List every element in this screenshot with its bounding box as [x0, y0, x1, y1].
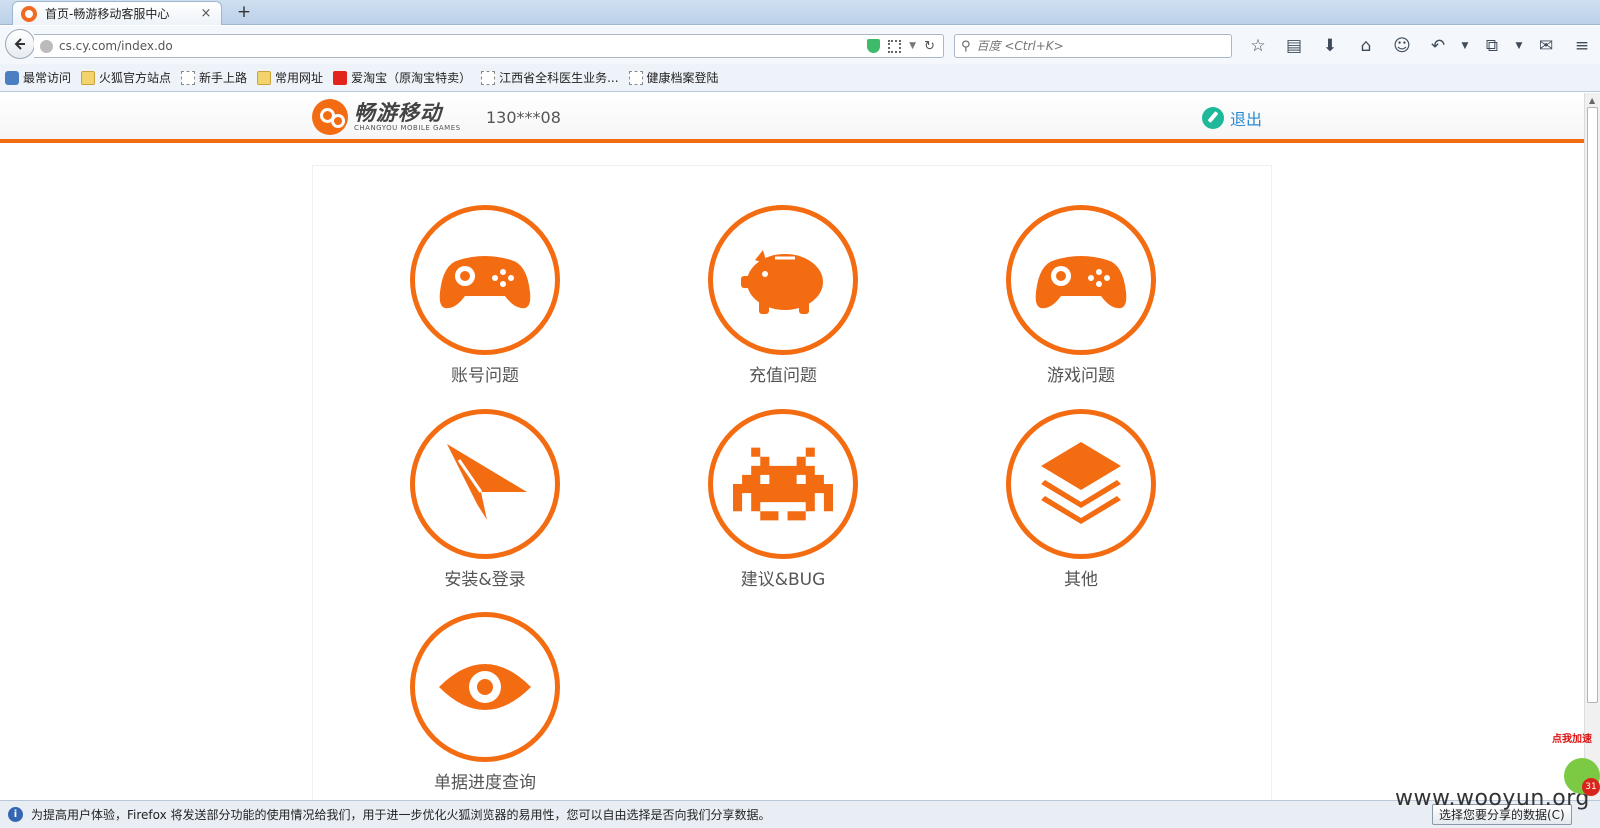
gamepad-icon — [1035, 256, 1127, 309]
screenshot-crop-icon[interactable]: ⧉ — [1474, 36, 1510, 56]
tile-label: 充值问题 — [749, 366, 817, 386]
speedup-badge: 31 — [1582, 778, 1600, 796]
tab-active[interactable]: 首页-畅游移动客服中心 × — [12, 1, 222, 25]
search-input[interactable] — [976, 39, 1217, 53]
tile-label: 账号问题 — [451, 366, 519, 386]
tile-circle[interactable] — [708, 409, 858, 559]
page-icon — [181, 70, 196, 85]
chat-icon[interactable]: ✉ — [1528, 36, 1564, 56]
new-tab-button[interactable]: + — [234, 2, 254, 22]
changyou-logo-icon — [312, 99, 348, 135]
address-bar[interactable]: cs.cy.com/index.do ▼ ↻ — [34, 34, 944, 58]
search-bookmark-icon — [5, 70, 19, 85]
tile-circle[interactable] — [1006, 409, 1156, 559]
info-icon: i — [8, 807, 23, 822]
menu-tile-install-login[interactable]: 安装&登录 — [375, 409, 595, 590]
pencil-icon — [1202, 107, 1224, 129]
undo-icon[interactable]: ↶ — [1420, 36, 1456, 56]
menu-tile-game[interactable]: 游戏问题 — [971, 205, 1191, 386]
menu-icon[interactable]: ≡ — [1564, 36, 1600, 56]
bookmarks-toolbar: 最常访问 火狐官方站点 新手上路 常用网址 爱淘宝（原淘宝特卖） 江西省全科医生… — [0, 64, 1600, 92]
page-icon — [481, 70, 496, 85]
folder-icon — [81, 70, 96, 85]
page-viewport: 畅游移动 CHANGYOU MOBILE GAMES 130***08 退出 账… — [0, 93, 1584, 800]
reading-list-icon[interactable]: ▤ — [1276, 36, 1312, 56]
menu-tile-suggestion-bug[interactable]: 建议&BUG — [673, 409, 893, 590]
logout-button[interactable]: 退出 — [1202, 106, 1262, 130]
layers-icon — [1041, 442, 1121, 524]
notification-message: 为提高用户体验，Firefox 将发送部分功能的使用情况给我们，用于进一步优化火… — [31, 808, 771, 822]
tile-label: 安装&登录 — [444, 570, 526, 590]
toolbar-buttons: ☆ ▤ ⬇ ⌂ ☺ ↶ ▼ ⧉ ▼ ✉ ≡ — [1240, 34, 1600, 58]
logo-text-en: CHANGYOU MOBILE GAMES — [354, 123, 461, 132]
bookmark-item[interactable]: 新手上路 — [181, 69, 247, 86]
bookmark-item[interactable]: 常用网址 — [257, 69, 323, 86]
scroll-up-icon[interactable]: ▲ — [1589, 96, 1595, 105]
folder-icon — [257, 70, 272, 85]
tile-label: 游戏问题 — [1047, 366, 1115, 386]
bookmark-star-icon[interactable]: ☆ — [1240, 36, 1276, 56]
back-button[interactable] — [5, 29, 35, 59]
site-favicon-icon — [21, 5, 37, 22]
site-header: 畅游移动 CHANGYOU MOBILE GAMES 130***08 退出 — [0, 93, 1584, 143]
tile-label: 建议&BUG — [740, 570, 826, 590]
speedup-widget[interactable]: 点我加速 31 — [1552, 730, 1600, 800]
site-logo[interactable]: 畅游移动 CHANGYOU MOBILE GAMES — [312, 99, 461, 135]
logout-label: 退出 — [1230, 110, 1263, 129]
tile-label: 其他 — [1064, 570, 1098, 590]
undo-dropdown-icon[interactable]: ▼ — [1456, 41, 1474, 51]
qr-code-icon[interactable] — [888, 39, 902, 53]
tab-close-icon[interactable]: × — [199, 6, 213, 21]
emoji-icon[interactable]: ☺ — [1384, 36, 1420, 56]
url-text[interactable]: cs.cy.com/index.do — [59, 39, 867, 53]
notification-bar: i 为提高用户体验，Firefox 将发送部分功能的使用情况给我们，用于进一步优… — [0, 800, 1600, 828]
tile-circle[interactable] — [1006, 205, 1156, 355]
menu-tile-ticket-progress[interactable]: 单据进度查询 — [375, 612, 595, 793]
search-bar[interactable]: ⚲ — [954, 34, 1232, 58]
tile-circle[interactable] — [410, 612, 560, 762]
reload-icon[interactable]: ↻ — [924, 39, 935, 54]
user-phone: 130***08 — [486, 108, 561, 127]
tile-label: 单据进度查询 — [434, 773, 536, 793]
logo-text-cn: 畅游移动 — [354, 100, 442, 125]
tile-circle[interactable] — [410, 205, 560, 355]
menu-tile-recharge[interactable]: 充值问题 — [673, 205, 893, 386]
tab-title: 首页-畅游移动客服中心 — [45, 7, 170, 21]
tile-circle[interactable] — [708, 205, 858, 355]
search-icon: ⚲ — [961, 38, 971, 54]
home-icon[interactable]: ⌂ — [1348, 36, 1384, 56]
scroll-thumb[interactable] — [1587, 107, 1598, 703]
eye-icon — [439, 664, 531, 710]
service-menu-panel: 账号问题 充值问题 游戏问题 安装&登录 建议&BUG 其他 单据进度查询 — [312, 165, 1272, 800]
dropdown-arrow-icon[interactable]: ▼ — [909, 41, 916, 51]
gamepad-icon — [439, 256, 531, 309]
bookmark-item[interactable]: 爱淘宝（原淘宝特卖） — [333, 69, 471, 86]
piggy-bank-icon — [741, 250, 823, 314]
page-icon — [628, 70, 643, 85]
bookmark-item[interactable]: 最常访问 — [5, 69, 71, 86]
back-arrow-icon — [14, 38, 25, 50]
crop-dropdown-icon[interactable]: ▼ — [1510, 41, 1528, 51]
security-shield-icon[interactable] — [867, 39, 881, 53]
bookmark-item[interactable]: 健康档案登陆 — [628, 69, 719, 86]
download-icon[interactable]: ⬇ — [1312, 36, 1348, 56]
menu-tile-account[interactable]: 账号问题 — [375, 205, 595, 386]
bookmark-item[interactable]: 江西省全科医生业务... — [481, 69, 619, 86]
taobao-icon — [333, 70, 348, 85]
tile-circle[interactable] — [410, 409, 560, 559]
paper-plane-icon — [447, 444, 527, 520]
space-invader-icon — [733, 447, 833, 521]
menu-tile-other[interactable]: 其他 — [971, 409, 1191, 590]
tab-strip: 首页-畅游移动客服中心 × + — [0, 0, 1600, 25]
navigation-toolbar: cs.cy.com/index.do ▼ ↻ ⚲ ☆ ▤ ⬇ ⌂ ☺ ↶ ▼ ⧉… — [0, 26, 1600, 64]
bookmark-item[interactable]: 火狐官方站点 — [81, 69, 171, 86]
globe-icon — [40, 39, 53, 53]
speedup-label: 点我加速 — [1552, 734, 1592, 745]
page-scrollbar[interactable]: ▲ — [1584, 93, 1600, 800]
